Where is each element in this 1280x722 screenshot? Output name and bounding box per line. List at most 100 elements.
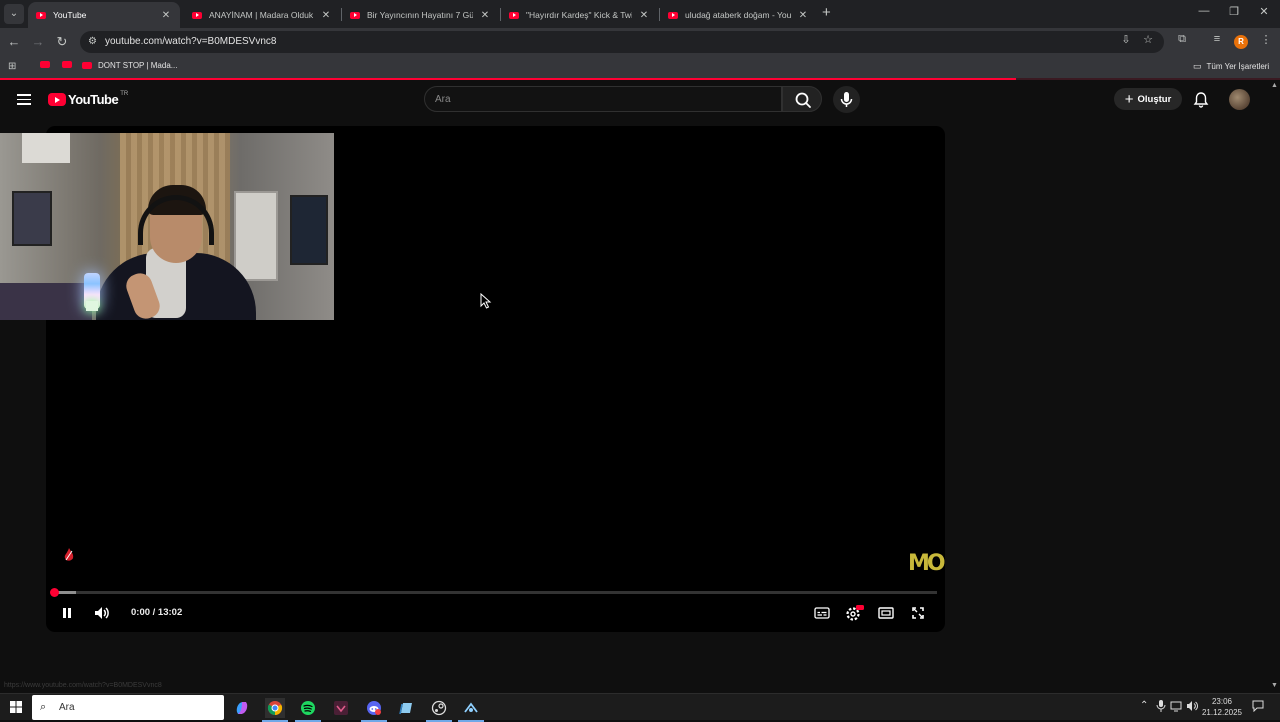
youtube-favicon-icon [509,11,519,19]
tab-bir-yayincinin[interactable]: Bir Yayıncının Hayatını 7 Günde ✕ [342,2,499,28]
search-box [424,86,782,112]
back-icon[interactable]: ← [6,34,22,50]
close-tab-icon[interactable]: ✕ [479,10,491,21]
system-clock[interactable]: 23:06 21.12.2025 [1200,696,1244,718]
settings-button[interactable] [844,604,864,622]
media-controls-icon[interactable]: ≡ [1210,33,1224,45]
youtube-favicon-icon [192,11,202,19]
tab-title: YouTube [53,10,87,20]
link-status-url: https://www.youtube.com/watch?v=B0MDESVv… [4,682,162,689]
bookmark-item[interactable] [62,61,78,68]
restore-icon[interactable]: ❐ [1224,5,1244,18]
scroll-up-arrow-icon[interactable]: ▲ [1271,82,1278,89]
new-tab-icon[interactable]: + [822,5,831,21]
bookmark-item[interactable] [40,61,56,68]
search-input[interactable] [425,87,781,111]
address-bar[interactable]: ⚙ youtube.com/watch?v=B0MDESVvnc8 [80,31,1164,53]
discord-icon[interactable] [361,698,387,722]
browser-toolbar: ← → ↻ ⚙ youtube.com/watch?v=B0MDESVvnc8 … [0,28,1280,56]
channel-flame-logo-icon [64,548,74,561]
bookmarks-bar: ⊞ DONT STOP | Mada... ▭ Tüm Yer İşaretler… [0,56,1280,78]
youtube-wordmark: YouTube [68,92,119,107]
steam-alt-icon[interactable] [426,698,452,722]
bookmark-star-icon[interactable]: ☆ [1141,33,1155,46]
tab-anayinam[interactable]: ANAYİNAM | Madara Olduk #6 ✕ [184,2,340,28]
time-display: 0:00 / 13:02 [131,607,183,618]
hamburger-menu-icon[interactable] [17,94,31,105]
app-icon[interactable] [331,698,351,718]
close-tab-icon[interactable]: ✕ [797,10,809,21]
notifications-icon[interactable] [1252,700,1264,715]
tab-hayirdir-kardes[interactable]: "Hayırdır Kardeş" Kick & Twitch ✕ [501,2,658,28]
fullscreen-button[interactable] [908,604,928,622]
youtube-favicon-icon [350,11,360,19]
extensions-icon[interactable]: ⧉ [1175,33,1189,46]
install-app-icon[interactable]: ⇩ [1119,33,1133,46]
microphone-icon [840,92,853,107]
notifications-bell-icon[interactable] [1192,91,1210,109]
notes-icon[interactable] [396,698,416,718]
country-code: TR [120,90,129,97]
create-label: Oluştur [1137,93,1172,105]
bookmark-dont-stop[interactable]: DONT STOP | Mada... [82,61,177,70]
search-icon: ⌕ [40,701,47,713]
all-bookmarks[interactable]: ▭ Tüm Yer İşaretleri [1193,61,1269,72]
tab-title: "Hayırdır Kardeş" Kick & Twitch [526,10,632,20]
windows-start-icon[interactable] [10,701,22,713]
scroll-down-arrow-icon[interactable]: ▼ [1271,682,1278,689]
settings-gear-icon [846,605,864,621]
create-button[interactable]: + Oluştur [1114,88,1182,110]
windows-taskbar: ⌕ Ara ⌃ 23:06 21.12.2025 [0,693,1280,722]
close-tab-icon[interactable]: ✕ [160,10,172,21]
folder-icon: ▭ [1193,61,1202,71]
forward-icon[interactable]: → [30,34,46,50]
show-hidden-icons-chevron-icon[interactable]: ⌃ [1140,700,1148,711]
tab-title: ANAYİNAM | Madara Olduk #6 [209,10,314,20]
youtube-logo[interactable]: YouTube TR [48,90,129,107]
youtube-play-logo-icon [48,93,66,106]
subtitles-button[interactable] [812,604,832,622]
search-button[interactable] [782,86,822,112]
tab-youtube[interactable]: YouTube ✕ [28,2,180,28]
youtube-favicon-icon [62,61,72,68]
theater-mode-button[interactable] [876,604,896,622]
site-info-icon[interactable]: ⚙ [88,36,97,47]
search-icon [795,92,811,108]
progress-scrubber[interactable] [49,588,59,597]
volume-icon [95,607,109,619]
browser-menu-icon[interactable]: ⋮ [1259,33,1273,46]
tab-uludag[interactable]: uludağ ataberk doğam - YouTu ✕ [660,2,817,28]
spotify-icon[interactable] [295,698,321,722]
reload-icon[interactable]: ↻ [54,34,70,50]
network-icon[interactable] [1170,700,1182,715]
close-tab-icon[interactable]: ✕ [320,10,332,21]
plus-icon: + [1124,90,1134,108]
microphone-tray-icon[interactable] [1156,700,1166,715]
tab-search-chevron-icon[interactable]: ⌄ [4,4,24,24]
steam-icon[interactable] [458,698,484,722]
voice-search-button[interactable] [833,86,860,113]
speaker-icon[interactable] [1186,700,1199,715]
youtube-favicon-icon [40,61,50,68]
youtube-masthead: YouTube TR + Oluştur [0,80,1280,120]
url-text[interactable]: youtube.com/watch?v=B0MDESVvnc8 [105,36,276,47]
copilot-icon[interactable] [232,698,252,718]
chrome-icon[interactable] [262,698,288,722]
account-avatar[interactable] [1229,89,1250,110]
youtube-favicon-icon [668,11,678,19]
channel-watermark[interactable]: MO [908,551,946,576]
clock-date: 21.12.2025 [1201,708,1243,717]
pause-button[interactable] [57,604,77,622]
tab-title: uludağ ataberk doğam - YouTu [685,10,791,20]
tab-title: Bir Yayıncının Hayatını 7 Günde [367,10,473,20]
taskbar-search[interactable]: ⌕ Ara [32,695,224,720]
video-progress-bar[interactable] [49,588,937,597]
youtube-favicon-icon [82,62,92,69]
apps-grid-icon[interactable]: ⊞ [8,61,16,72]
bookmark-label: DONT STOP | Mada... [98,61,178,70]
close-window-icon[interactable]: ✕ [1254,5,1274,18]
minimize-icon[interactable]: — [1194,5,1214,17]
close-tab-icon[interactable]: ✕ [638,10,650,21]
profile-avatar[interactable]: R [1234,35,1248,49]
volume-button[interactable] [92,604,112,622]
